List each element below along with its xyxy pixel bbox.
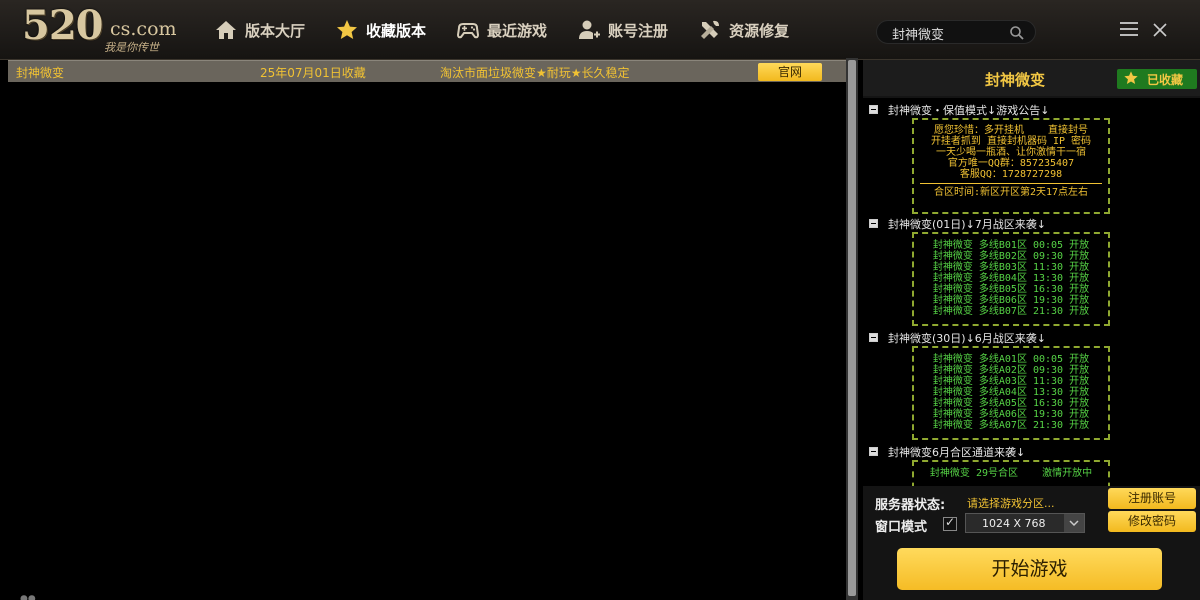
menu-line bbox=[1120, 34, 1138, 36]
chevron-down-icon[interactable] bbox=[1064, 514, 1084, 532]
search-box[interactable]: 封神微变 bbox=[876, 20, 1036, 44]
logo-number: 520 bbox=[22, 2, 103, 49]
nav-repair[interactable]: 资源修复 bbox=[698, 0, 789, 60]
panel-header: 封神微变 已收藏 bbox=[863, 60, 1200, 96]
divider bbox=[920, 183, 1102, 184]
notice-line: 封神微变 多线A02区 09:30 开放 bbox=[932, 365, 1090, 376]
notice-line: 封神微变 多线A05区 16:30 开放 bbox=[932, 398, 1090, 409]
nav-label: 收藏版本 bbox=[366, 21, 427, 40]
notice-box: 封神微变 29号合区 激情开放中 bbox=[912, 460, 1110, 486]
panel-title: 封神微变 bbox=[985, 71, 1046, 89]
nav-favorites[interactable]: 收藏版本 bbox=[335, 0, 426, 60]
notice-line: 封神微变 多线A03区 11:30 开放 bbox=[932, 376, 1090, 387]
main-nav: 版本大厅 收藏版本 最近游戏 账号注册 资源修复 bbox=[214, 0, 819, 60]
row-description: 淘汰市面垃圾微变★耐玩★长久稳定 bbox=[440, 66, 630, 80]
logo-domain: cs.com bbox=[110, 18, 177, 40]
change-password-button[interactable]: 修改密码 bbox=[1108, 511, 1196, 532]
notice-line: 开挂者抓到 直接封机器码 IP 密码 bbox=[930, 136, 1092, 147]
nav-label: 资源修复 bbox=[729, 21, 790, 40]
detail-panel: 封神微变 已收藏 封神微变・保值模式↓游戏公告↓ 愿您珍惜：多开挂机 直接封号 … bbox=[863, 60, 1200, 600]
section-title: 封神微变・保值模式↓游戏公告↓ bbox=[888, 104, 1050, 117]
section-title: 封神微变(01日)↓7月战区来袭↓ bbox=[888, 218, 1047, 231]
row-name: 封神微变 bbox=[16, 66, 65, 80]
notice-line: 合区时间:新区开区第2天17点左右 bbox=[933, 187, 1089, 198]
add-user-icon bbox=[579, 20, 601, 39]
notice-line: 封神微变 多线A07区 21:30 开放 bbox=[932, 420, 1090, 431]
window-mode-label: 窗口模式 bbox=[875, 520, 928, 535]
favorited-label: 已收藏 bbox=[1147, 73, 1184, 87]
nav-recent-games[interactable]: 最近游戏 bbox=[456, 0, 547, 60]
official-site-button[interactable]: 官网 bbox=[758, 63, 822, 81]
notice-line: 封神微变 多线B06区 19:30 开放 bbox=[932, 295, 1090, 306]
collapse-icon[interactable] bbox=[869, 447, 878, 456]
window-mode-checkbox[interactable] bbox=[943, 515, 957, 531]
notice-line: 封神微变 多线B02区 09:30 开放 bbox=[932, 251, 1090, 262]
nav-label: 版本大厅 bbox=[245, 21, 306, 40]
collapse-icon[interactable] bbox=[869, 219, 878, 228]
logo: 520 cs.com 我是你传世 bbox=[22, 2, 202, 56]
menu-line bbox=[1120, 28, 1138, 30]
section-title: 封神微变6月合区通道来袭↓ bbox=[888, 446, 1026, 459]
section-header[interactable]: 封神微变(01日)↓7月战区来袭↓ bbox=[869, 216, 1046, 232]
server-status-value: 请选择游戏分区... bbox=[967, 497, 1055, 510]
resolution-value: 1024 X 768 bbox=[982, 517, 1046, 530]
nav-label: 账号注册 bbox=[608, 21, 669, 40]
nav-label: 最近游戏 bbox=[487, 21, 548, 40]
favorited-button[interactable]: 已收藏 bbox=[1117, 69, 1197, 89]
list-scrollbar[interactable] bbox=[846, 58, 858, 600]
close-icon[interactable] bbox=[1150, 20, 1170, 40]
nav-version-hall[interactable]: 版本大厅 bbox=[214, 0, 305, 60]
section-title: 封神微变(30日)↓6月战区来袭↓ bbox=[888, 332, 1047, 345]
gamepad-icon bbox=[457, 23, 480, 39]
top-bar: 520 cs.com 我是你传世 版本大厅 收藏版本 最近游戏 账号注册 资源修… bbox=[0, 0, 1200, 60]
notice-line: 封神微变 多线B05区 16:30 开放 bbox=[932, 284, 1090, 295]
announcement-area[interactable]: 封神微变・保值模式↓游戏公告↓ 愿您珍惜：多开挂机 直接封号 开挂者抓到 直接封… bbox=[863, 98, 1200, 486]
notice-line: 封神微变 多线A04区 13:30 开放 bbox=[932, 387, 1090, 398]
collapse-icon[interactable] bbox=[869, 333, 878, 342]
resolution-select[interactable]: 1024 X 768 bbox=[965, 513, 1085, 533]
notice-line: 官方唯一QQ群：857235407 bbox=[947, 158, 1075, 169]
collapse-icon[interactable] bbox=[869, 105, 878, 114]
row-date: 25年07月01日收藏 bbox=[260, 66, 366, 80]
notice-line: 封神微变 多线B03区 11:30 开放 bbox=[932, 262, 1090, 273]
star-icon bbox=[1124, 71, 1138, 84]
version-list: 封神微变 25年07月01日收藏 淘汰市面垃圾微变★耐玩★长久稳定 官网 bbox=[0, 60, 846, 600]
scrollbar-thumb[interactable] bbox=[848, 60, 856, 596]
nav-register[interactable]: 账号注册 bbox=[577, 0, 668, 60]
notice-line: 封神微变 多线B07区 21:30 开放 bbox=[932, 306, 1090, 317]
section-header[interactable]: 封神微变・保值模式↓游戏公告↓ bbox=[869, 102, 1049, 118]
list-row[interactable]: 封神微变 25年07月01日收藏 淘汰市面垃圾微变★耐玩★长久稳定 官网 bbox=[8, 60, 846, 82]
notice-line: 封神微变 多线A06区 19:30 开放 bbox=[932, 409, 1090, 420]
notice-line: 客服QQ：1728727298 bbox=[959, 169, 1063, 180]
notice-line: 封神微变 多线B04区 13:30 开放 bbox=[932, 273, 1090, 284]
notice-line: 一天少喝一瓶酒、让你激情干一宿 bbox=[936, 147, 1086, 158]
menu-button[interactable] bbox=[1120, 22, 1138, 38]
search-input[interactable]: 封神微变 bbox=[892, 24, 944, 43]
resize-grip: ●● bbox=[20, 594, 36, 600]
notice-line: 封神微变 29号合区 激情开放中 bbox=[929, 468, 1093, 479]
notice-box: 愿您珍惜：多开挂机 直接封号 开挂者抓到 直接封机器码 IP 密码 一天少喝一瓶… bbox=[912, 118, 1110, 214]
menu-line bbox=[1120, 22, 1138, 24]
status-area: 服务器状态: 请选择游戏分区... 窗口模式 1024 X 768 注册账号 修… bbox=[863, 486, 1200, 542]
notice-line: 封神微变 多线B01区 00:05 开放 bbox=[932, 240, 1090, 251]
section-header[interactable]: 封神微变(30日)↓6月战区来袭↓ bbox=[869, 330, 1046, 346]
server-status-label: 服务器状态: bbox=[875, 498, 946, 513]
home-icon bbox=[216, 21, 236, 39]
register-account-button[interactable]: 注册账号 bbox=[1108, 488, 1196, 509]
start-game-button[interactable]: 开始游戏 bbox=[897, 548, 1162, 590]
notice-line: 封神微变 多线A01区 00:05 开放 bbox=[932, 354, 1090, 365]
search-icon[interactable] bbox=[1009, 25, 1025, 41]
notice-box: 封神微变 多线A01区 00:05 开放 封神微变 多线A02区 09:30 开… bbox=[912, 346, 1110, 440]
notice-box: 封神微变 多线B01区 00:05 开放 封神微变 多线B02区 09:30 开… bbox=[912, 232, 1110, 326]
logo-slogan: 我是你传世 bbox=[104, 41, 159, 54]
tools-icon bbox=[701, 20, 720, 39]
notice-line: 愿您珍惜：多开挂机 直接封号 bbox=[933, 125, 1089, 136]
star-icon bbox=[337, 20, 358, 39]
section-header[interactable]: 封神微变6月合区通道来袭↓ bbox=[869, 444, 1025, 460]
